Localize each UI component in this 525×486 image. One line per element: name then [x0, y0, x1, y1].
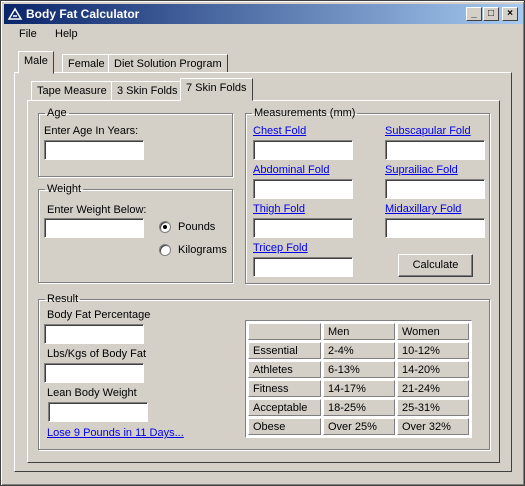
minimize-button[interactable]: _	[466, 7, 482, 21]
table-cell: 2-4%	[323, 342, 395, 359]
lean-body-weight-output[interactable]	[48, 402, 148, 422]
pounds-radio[interactable]	[159, 221, 171, 233]
table-header-row: Men Women	[248, 323, 469, 340]
table-row: Obese Over 25% Over 32%	[248, 418, 469, 435]
table-cell: Over 25%	[323, 418, 395, 435]
tab-diet-solution-program[interactable]: Diet Solution Program	[108, 54, 228, 74]
abdominal-fold-input[interactable]	[253, 179, 353, 199]
body-fat-reference-table: Men Women Essential 2-4% 10-12% Athletes…	[245, 320, 472, 438]
sub-tab-panel: Age Enter Age In Years: Weight Enter Wei…	[27, 100, 500, 463]
midaxillary-fold-link[interactable]: Midaxillary Fold	[385, 203, 461, 215]
body-fat-percentage-label: Body Fat Percentage	[47, 309, 151, 321]
table-cell: Over 32%	[397, 418, 469, 435]
table-cell: 10-12%	[397, 342, 469, 359]
menu-bar: File Help	[4, 25, 523, 45]
body-fat-percentage-output[interactable]	[44, 324, 144, 344]
pounds-label: Pounds	[178, 221, 216, 233]
calculate-button[interactable]: Calculate	[398, 254, 473, 277]
lean-body-weight-label: Lean Body Weight	[47, 387, 137, 399]
subscapular-fold-link[interactable]: Subscapular Fold	[385, 125, 471, 137]
subscapular-fold-input[interactable]	[385, 140, 485, 160]
tab-tape-measure[interactable]: Tape Measure	[31, 81, 113, 101]
weight-label: Enter Weight Below:	[47, 204, 147, 216]
table-cell: Athletes	[248, 361, 321, 378]
table-cell: Fitness	[248, 380, 321, 397]
suprailiac-fold-link[interactable]: Suprailiac Fold	[385, 164, 458, 176]
fat-mass-label: Lbs/Kgs of Body Fat	[47, 348, 147, 360]
close-button[interactable]: ×	[502, 7, 518, 21]
table-cell: 25-31%	[397, 399, 469, 416]
tricep-fold-input[interactable]	[253, 257, 353, 277]
fat-mass-output[interactable]	[44, 363, 144, 383]
tab-male[interactable]: Male	[18, 51, 54, 74]
thigh-fold-link[interactable]: Thigh Fold	[253, 203, 305, 215]
suprailiac-fold-input[interactable]	[385, 179, 485, 199]
table-header-cell	[248, 323, 321, 340]
age-legend: Age	[47, 107, 67, 119]
table-row: Athletes 6-13% 14-20%	[248, 361, 469, 378]
midaxillary-fold-input[interactable]	[385, 218, 485, 238]
table-row: Fitness 14-17% 21-24%	[248, 380, 469, 397]
tab-female[interactable]: Female	[62, 54, 111, 74]
chest-fold-input[interactable]	[253, 140, 353, 160]
abdominal-fold-link[interactable]: Abdominal Fold	[253, 164, 329, 176]
table-cell: 21-24%	[397, 380, 469, 397]
app-window: Body Fat Calculator _ □ × File Help Male…	[0, 0, 525, 486]
promo-link[interactable]: Lose 9 Pounds in 11 Days...	[47, 427, 184, 439]
table-cell: Essential	[248, 342, 321, 359]
result-legend: Result	[47, 293, 79, 305]
tab-7-skin-folds[interactable]: 7 Skin Folds	[180, 78, 253, 101]
table-cell: Acceptable	[248, 399, 321, 416]
age-label: Enter Age In Years:	[44, 125, 139, 137]
kilograms-radio[interactable]	[159, 244, 171, 256]
table-header-cell: Women	[397, 323, 469, 340]
maximize-button[interactable]: □	[483, 7, 499, 21]
title-bar[interactable]: Body Fat Calculator _ □ ×	[4, 4, 523, 24]
table-row: Acceptable 18-25% 25-31%	[248, 399, 469, 416]
thigh-fold-input[interactable]	[253, 218, 353, 238]
tricep-fold-link[interactable]: Tricep Fold	[253, 242, 308, 254]
table-cell: Obese	[248, 418, 321, 435]
table-cell: 18-25%	[323, 399, 395, 416]
kilograms-label: Kilograms	[178, 244, 227, 256]
table-row: Essential 2-4% 10-12%	[248, 342, 469, 359]
weight-input[interactable]	[44, 218, 144, 238]
menu-help[interactable]: Help	[55, 28, 78, 40]
menu-file[interactable]: File	[19, 28, 37, 40]
chest-fold-link[interactable]: Chest Fold	[253, 125, 306, 137]
tab-3-skin-folds[interactable]: 3 Skin Folds	[111, 81, 184, 101]
measurements-legend: Measurements (mm)	[254, 107, 356, 119]
table-header-cell: Men	[323, 323, 395, 340]
table-cell: 14-20%	[397, 361, 469, 378]
table-cell: 14-17%	[323, 380, 395, 397]
weight-legend: Weight	[47, 183, 82, 195]
table-cell: 6-13%	[323, 361, 395, 378]
main-tab-panel: Tape Measure 3 Skin Folds 7 Skin Folds A…	[14, 72, 512, 472]
window-title: Body Fat Calculator	[26, 7, 140, 21]
age-input[interactable]	[44, 140, 144, 160]
app-icon	[7, 7, 23, 20]
